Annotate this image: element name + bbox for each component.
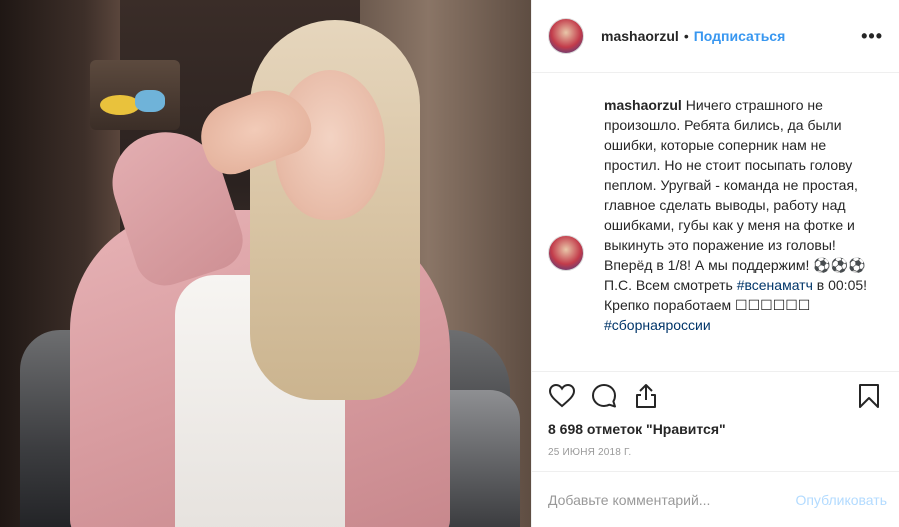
- caption-text: mashaorzul Ничего страшного не произошло…: [604, 95, 883, 335]
- caption-avatar[interactable]: [548, 235, 584, 271]
- more-options-icon[interactable]: •••: [861, 26, 883, 47]
- comment-icon[interactable]: [588, 380, 620, 412]
- caption-comment: mashaorzul Ничего страшного не произошло…: [548, 97, 883, 335]
- header-separator: •: [683, 28, 689, 44]
- hashtag-link-vsenamatch[interactable]: #всенаматч: [737, 277, 813, 293]
- photo-object-blue: [135, 90, 165, 112]
- caption-username[interactable]: mashaorzul: [604, 97, 682, 113]
- heart-icon[interactable]: [546, 380, 578, 412]
- add-comment-form: Опубликовать: [532, 471, 899, 527]
- instagram-post: mashaorzul • Подписаться ••• mashaorzul …: [0, 0, 899, 527]
- post-date[interactable]: 25 ИЮНЯ 2018 Г.: [532, 441, 899, 471]
- post-header: mashaorzul • Подписаться •••: [532, 0, 899, 73]
- hashtag-link-sbornayarossii[interactable]: #сборнаяроссии: [604, 317, 711, 333]
- bookmark-icon[interactable]: [853, 380, 885, 412]
- share-icon[interactable]: [630, 380, 662, 412]
- follow-button[interactable]: Подписаться: [694, 28, 786, 44]
- publish-button[interactable]: Опубликовать: [795, 492, 887, 508]
- post-photo[interactable]: [0, 0, 531, 527]
- caption-body-part1: Ничего страшного не произошло. Ребята би…: [604, 97, 866, 293]
- comment-input[interactable]: [548, 491, 796, 508]
- post-side-panel: mashaorzul • Подписаться ••• mashaorzul …: [531, 0, 899, 527]
- author-avatar[interactable]: [548, 18, 584, 54]
- author-username[interactable]: mashaorzul: [601, 28, 679, 44]
- likes-count[interactable]: 8 698 отметок "Нравится": [532, 419, 899, 441]
- post-actions-bar: [532, 371, 899, 419]
- photo-object-yellow: [100, 95, 140, 115]
- comments-scroll-area[interactable]: mashaorzul Ничего страшного не произошло…: [532, 73, 899, 371]
